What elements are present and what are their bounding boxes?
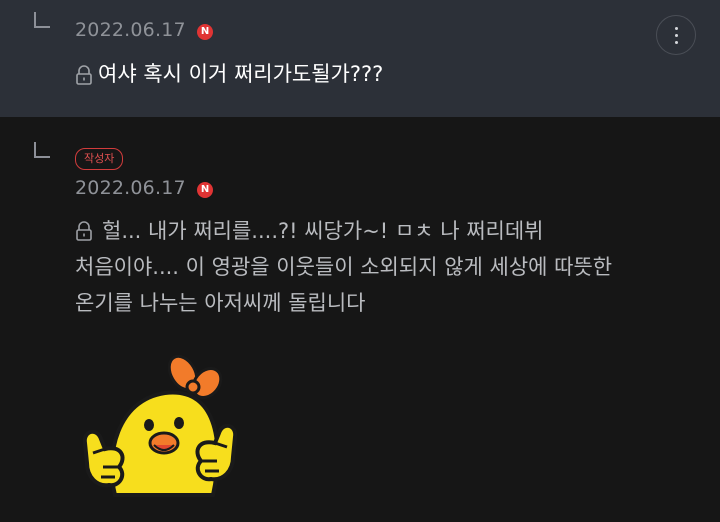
reply-text: 헐... 내가 쩌리를....?! 씨당가~! ㅁㅊ 나 쩌리데뷔 처음이야..…	[75, 213, 715, 321]
reply-date: 2022.06.17	[75, 19, 186, 41]
reply-indent-icon	[34, 142, 50, 158]
reply-text-content: 헐... 내가 쩌리를....?! 씨당가~! ㅁㅊ 나 쩌리데뷔 처음이야..…	[75, 219, 613, 315]
new-badge: N	[197, 24, 213, 40]
reply-indent-icon	[34, 12, 50, 28]
reply-item-1: 2022.06.17 N 여샤 혹시 이거 쩌리가도될가???	[0, 0, 720, 117]
more-vertical-icon-dot	[675, 34, 678, 37]
author-badge: 작성자	[75, 148, 124, 170]
more-vertical-icon	[675, 27, 678, 30]
more-options-button[interactable]	[656, 15, 696, 55]
reply-text-container: 여샤 혹시 이거 쩌리가도될가???	[75, 58, 383, 90]
new-badge: N	[197, 182, 213, 198]
reply-date: 2022.06.17	[75, 177, 186, 199]
lock-icon	[76, 65, 92, 85]
yellow-chick-thumbs-up-sticker[interactable]	[75, 345, 245, 505]
reply-text: 여샤 혹시 이거 쩌리가도될가???	[98, 62, 384, 86]
more-vertical-icon-dot	[675, 41, 678, 44]
